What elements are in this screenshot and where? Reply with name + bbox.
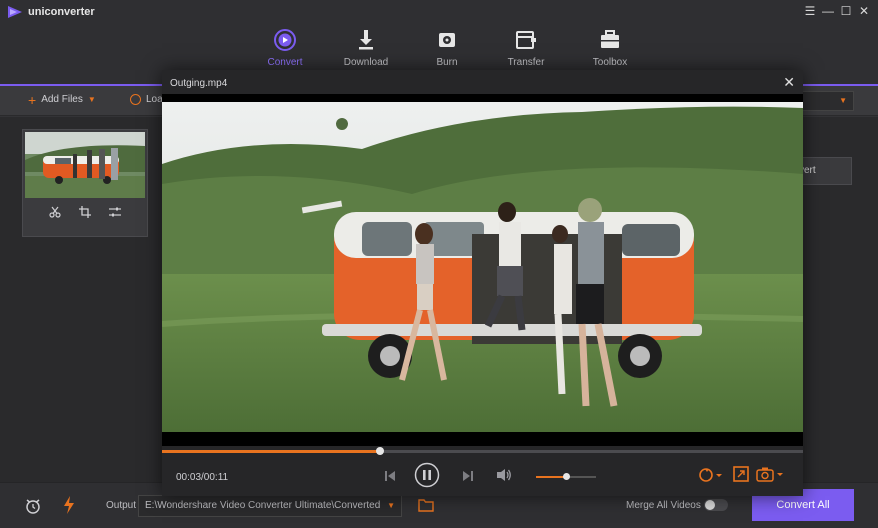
volume-icon[interactable] xyxy=(496,468,512,482)
player-title: Outging.mp4 xyxy=(170,78,228,89)
nav-label: Toolbox xyxy=(592,57,628,68)
burn-icon xyxy=(439,33,455,47)
nav-transfer[interactable]: Transfer xyxy=(491,24,561,68)
next-icon[interactable] xyxy=(462,470,474,482)
volume-handle[interactable] xyxy=(563,473,570,480)
lightning-icon[interactable] xyxy=(62,496,76,514)
plus-icon: + xyxy=(28,91,37,108)
seek-bar[interactable] xyxy=(162,447,803,455)
merge-label: Merge All Videos xyxy=(626,500,701,511)
nav-burn[interactable]: Burn xyxy=(412,24,482,68)
nav-label: Transfer xyxy=(507,57,545,68)
download-icon xyxy=(359,30,373,50)
maximize-button[interactable]: ☐ xyxy=(840,4,852,18)
toggle-knob xyxy=(705,500,715,510)
pause-button[interactable] xyxy=(414,462,440,488)
chevron-down-icon: ▼ xyxy=(387,501,395,510)
app-name: uniconverter xyxy=(28,6,95,18)
video-frame[interactable] xyxy=(162,94,803,446)
alarm-clock-icon[interactable] xyxy=(24,497,42,515)
toolbox-icon xyxy=(601,30,619,48)
nav-toolbox[interactable]: Toolbox xyxy=(575,24,645,68)
app-logo-icon xyxy=(8,6,22,18)
time-readout: 00:03/00:11 xyxy=(176,472,229,483)
volume-slider[interactable] xyxy=(536,473,596,480)
video-image xyxy=(162,94,803,446)
crop-icon[interactable] xyxy=(79,206,91,218)
scissors-icon[interactable] xyxy=(49,206,61,218)
chevron-down-icon[interactable]: ▼ xyxy=(88,95,96,104)
nav-label: Convert xyxy=(267,57,303,68)
load-icon xyxy=(130,94,141,105)
nav-convert[interactable]: Convert xyxy=(250,24,320,68)
screenshot-camera-icon[interactable] xyxy=(756,466,786,482)
transfer-icon xyxy=(516,31,536,49)
chevron-down-icon: ▼ xyxy=(839,96,847,105)
thumbnail-tools xyxy=(23,202,147,222)
minimize-button[interactable]: — xyxy=(822,4,834,18)
target-format-select[interactable]: ▼ xyxy=(800,91,854,111)
title-bar: uniconverter ☰ — ☐ ✕ xyxy=(0,0,878,24)
merge-toggle[interactable] xyxy=(704,499,728,511)
add-files-label: Add Files xyxy=(41,94,83,105)
nav-download[interactable]: Download xyxy=(331,24,401,68)
previous-icon[interactable] xyxy=(384,470,396,482)
load-button[interactable]: Loa xyxy=(130,94,163,105)
volume-slider-fill xyxy=(536,476,566,478)
add-files-button[interactable]: + Add Files ▼ xyxy=(28,91,96,108)
output-label: Output xyxy=(106,500,137,511)
window-controls: ☰ — ☐ ✕ xyxy=(804,4,870,18)
output-path-select[interactable]: E:\Wondershare Video Converter Ultimate\… xyxy=(138,495,402,517)
close-icon[interactable]: ✕ xyxy=(783,74,795,91)
thumbnail-image xyxy=(25,132,145,198)
app-window: uniconverter ☰ — ☐ ✕ Convert Download Bu… xyxy=(0,0,878,528)
rotate-icon[interactable] xyxy=(698,467,724,483)
output-path-value: E:\Wondershare Video Converter Ultimate\… xyxy=(145,500,381,511)
file-card[interactable] xyxy=(22,129,148,237)
seek-bar-fill xyxy=(162,450,380,453)
player-controls: 00:03/00:11 xyxy=(162,454,803,496)
effects-icon[interactable] xyxy=(109,206,121,218)
convert-icon xyxy=(274,29,296,51)
close-button[interactable]: ✕ xyxy=(858,4,870,18)
nav-label: Burn xyxy=(436,57,458,68)
video-thumbnail[interactable] xyxy=(25,132,145,198)
menu-icon[interactable]: ☰ xyxy=(804,4,816,18)
nav-label: Download xyxy=(343,57,389,68)
fullscreen-icon[interactable] xyxy=(733,466,749,482)
video-player-dialog: Outging.mp4 ✕ 00:03/00:11 xyxy=(162,70,803,496)
folder-icon[interactable] xyxy=(418,498,434,512)
load-label: Loa xyxy=(146,94,163,105)
